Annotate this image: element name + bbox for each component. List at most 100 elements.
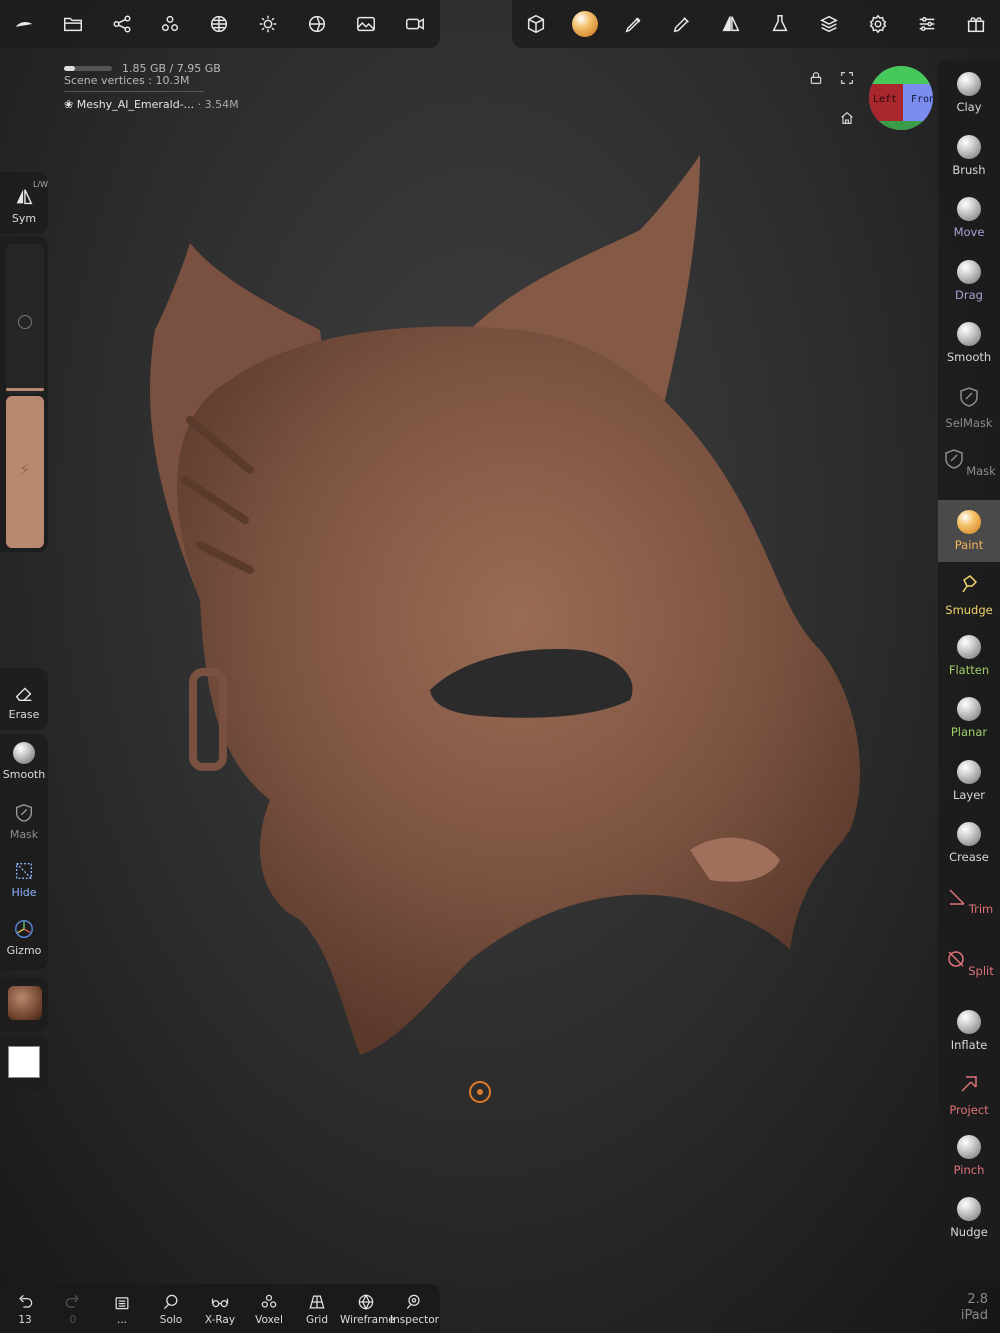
tool-label: Smooth <box>946 350 992 364</box>
tool-planar[interactable]: Planar <box>938 687 1000 749</box>
project-icon <box>961 1076 977 1092</box>
grid-icon <box>309 1295 325 1309</box>
voxel-label: Voxel <box>255 1314 283 1326</box>
tool-inflate[interactable]: Inflate <box>938 1000 1000 1062</box>
smudge-icon <box>962 575 978 593</box>
solo-label: Solo <box>159 1314 183 1326</box>
tool-label: Flatten <box>948 662 990 677</box>
nudge-brush-icon <box>957 1197 981 1221</box>
mask-icon <box>945 449 963 469</box>
tool-mask[interactable]: Mask <box>938 437 1000 499</box>
tool-label: Planar <box>950 725 988 739</box>
inspector-icon <box>406 1294 420 1310</box>
tool-flatten[interactable]: Flatten <box>938 625 1000 687</box>
left-mask-button[interactable]: Mask <box>0 802 48 841</box>
hide-button[interactable]: Hide <box>0 860 48 899</box>
tool-brush[interactable]: Brush <box>938 125 1000 187</box>
erase-panel: Erase <box>0 668 48 730</box>
tool-project[interactable]: Project <box>938 1062 1000 1124</box>
tool-label: Inflate <box>950 1037 988 1052</box>
color-swatch[interactable] <box>8 1046 40 1078</box>
matcap-preview[interactable] <box>8 986 42 1020</box>
solo-button[interactable]: Solo <box>154 1288 188 1326</box>
tool-label: Smudge <box>945 603 993 617</box>
xray-glasses-icon <box>211 1298 229 1308</box>
voxel-icon <box>261 1294 277 1308</box>
grid-label: Grid <box>305 1314 329 1326</box>
tool-move[interactable]: Move <box>938 187 1000 249</box>
sym-sub-label: L/W <box>33 180 49 189</box>
gizmo-button[interactable]: Gizmo <box>0 918 48 957</box>
undo-icon <box>19 1294 33 1308</box>
intensity-slider[interactable]: ⚡ <box>6 396 44 548</box>
inspector-button[interactable]: Inspector <box>390 1288 439 1326</box>
color-panel <box>0 1036 48 1090</box>
tool-label: Crease <box>949 850 989 864</box>
wireframe-icon <box>358 1293 374 1311</box>
brush-brush-icon <box>957 134 981 159</box>
crease-brush-icon <box>957 822 981 846</box>
erase-label: Erase <box>8 708 40 721</box>
voxel-button[interactable]: Voxel <box>249 1288 289 1326</box>
tool-label: Drag <box>955 287 983 302</box>
tool-label: Move <box>953 225 985 239</box>
slider-panel: ⚡ <box>0 236 48 552</box>
left-smooth-button[interactable]: Smooth <box>0 742 48 781</box>
grid-button[interactable]: Grid <box>298 1288 336 1326</box>
layer-brush-icon <box>957 759 981 784</box>
clay-brush-icon <box>957 72 981 96</box>
smooth-brush-icon <box>957 322 981 346</box>
tool-nudge[interactable]: Nudge <box>938 1187 1000 1249</box>
flatten-brush-icon <box>957 634 981 659</box>
tool-smudge[interactable]: Smudge <box>938 562 1000 624</box>
version-number: 2.8 <box>967 1292 988 1307</box>
trim-icon <box>949 888 965 905</box>
erase-button[interactable]: Erase <box>0 682 48 721</box>
version-device: iPad <box>960 1308 988 1323</box>
xray-button[interactable]: X-Ray <box>200 1288 240 1326</box>
radius-slider-fill <box>6 388 44 391</box>
tool-split[interactable]: Split <box>938 937 1000 999</box>
hide-icon <box>15 862 33 880</box>
tool-drag[interactable]: Drag <box>938 250 1000 312</box>
tool-pinch[interactable]: Pinch <box>938 1125 1000 1187</box>
version-label: 2.8 iPad <box>961 1292 988 1324</box>
lightning-icon: ⚡ <box>19 460 31 479</box>
tool-paint[interactable]: Paint <box>938 499 1000 562</box>
split-icon <box>948 951 964 967</box>
history-button[interactable]: ... <box>104 1288 140 1326</box>
tool-label: Paint <box>954 537 984 552</box>
bottom-toolbar: 13 0 ... Solo X-Ray Voxel Grid Wireframe… <box>0 1284 440 1333</box>
symmetry-icon <box>16 189 33 205</box>
wireframe-label: Wireframe <box>340 1314 395 1326</box>
radius-slider[interactable] <box>6 244 44 394</box>
tool-smooth[interactable]: Smooth <box>938 312 1000 374</box>
sym-panel: Sym L/W <box>0 172 48 234</box>
sym-button[interactable]: Sym <box>0 186 48 225</box>
wireframe-button[interactable]: Wireframe <box>340 1288 395 1326</box>
pinch-brush-icon <box>957 1134 981 1159</box>
tool-crease[interactable]: Crease <box>938 812 1000 874</box>
redo-button[interactable]: 0 <box>56 1288 90 1326</box>
gizmo-label: Gizmo <box>6 944 42 957</box>
tool-trim[interactable]: Trim <box>938 875 1000 937</box>
tool-label: Brush <box>952 162 986 177</box>
inflate-brush-icon <box>957 1009 981 1034</box>
smooth-icon <box>13 742 35 764</box>
tool-label: Pinch <box>953 1162 985 1177</box>
tool-label: Split <box>968 964 994 978</box>
tool-selmask[interactable]: SelMask <box>938 375 1000 437</box>
undo-count: 13 <box>18 1314 32 1326</box>
pivot-target-icon[interactable] <box>469 1081 491 1103</box>
undo-button[interactable]: 13 <box>8 1288 42 1326</box>
radius-slider-handle[interactable] <box>18 315 32 329</box>
planar-brush-icon <box>957 697 981 721</box>
xray-label: X-Ray <box>204 1314 236 1326</box>
move-brush-icon <box>957 197 981 221</box>
sculpt-mesh[interactable] <box>0 0 1000 1333</box>
tool-clay[interactable]: Clay <box>938 62 1000 124</box>
tool-column: Clay Brush Move Drag Smooth SelMask Mask Paint S… <box>938 60 1000 1280</box>
tool-layer[interactable]: Layer <box>938 750 1000 812</box>
solo-icon <box>163 1294 178 1310</box>
redo-count: 0 <box>69 1314 77 1326</box>
